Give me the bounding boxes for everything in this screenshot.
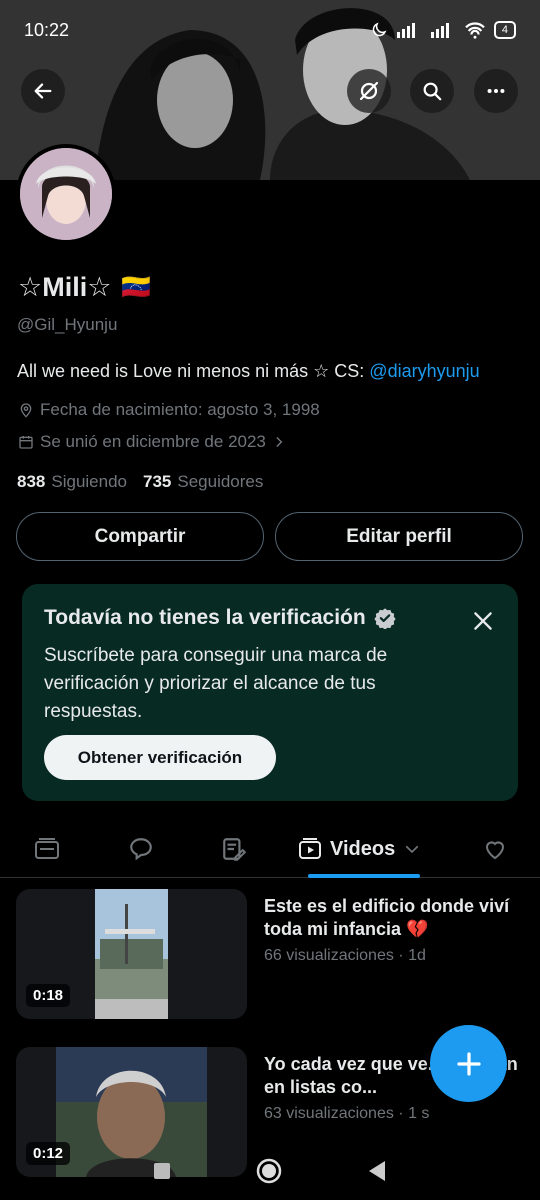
joined-date: Se unió en diciembre de 2023 [40,432,266,451]
wifi-icon [465,22,485,39]
bio-mention-link[interactable]: @diaryhyunju [369,361,479,381]
article-icon [223,838,247,861]
get-verified-button[interactable]: Obtener verificación [44,735,276,780]
birth-date-row: Fecha de nacimiento: agosto 3, 1998 [18,400,320,420]
avatar-image [20,148,112,240]
birth-date: Fecha de nacimiento: agosto 3, 1998 [40,400,320,419]
more-icon [487,88,505,94]
close-icon[interactable] [470,608,496,634]
tab-replies[interactable] [124,832,158,866]
search-button[interactable] [410,69,454,113]
share-button[interactable]: Compartir [16,512,264,561]
back-nav-icon[interactable] [366,1159,388,1183]
signal-icon-2 [430,23,449,38]
following-count[interactable]: 838 [17,472,45,492]
moon-icon [372,22,387,37]
video-icon [299,838,321,859]
arrow-left-icon [34,83,52,99]
recent-apps-icon[interactable] [152,1161,172,1181]
followers-count[interactable]: 735 [143,472,171,492]
home-icon[interactable] [255,1157,283,1185]
verification-title: Todavía no tienes la verificación [44,606,366,629]
bio: All we need is Love ni menos ni más ☆ CS… [17,361,480,382]
video-meta: 63 visualizaciones · 1 s [264,1105,430,1122]
tab-articles[interactable] [217,832,251,866]
video-duration: 0:18 [26,984,71,1007]
battery-indicator: 4 [493,21,516,39]
video-title[interactable]: Este es el edificio donde viví toda mi i… [264,895,526,941]
verification-card: Todavía no tienes la verificación Suscrí… [22,584,518,801]
signal-icon [396,23,415,38]
video-thumbnail-image [95,889,168,1019]
display-name: ☆Mili☆ [18,272,112,302]
flag-emoji: 🇻🇪 [121,274,152,301]
handle: @Gil_Hyunju [17,315,118,334]
avatar[interactable] [16,144,116,244]
tab-likes[interactable] [480,832,510,866]
video-thumbnail[interactable]: 0:18 [16,889,247,1019]
verification-title-row: Todavía no tienes la verificación [44,606,496,630]
status-icons: 4 [370,21,516,39]
location-pin-icon [20,403,32,418]
active-tab-indicator [308,874,420,878]
grok-button[interactable] [347,69,391,113]
system-navbar [0,1142,540,1200]
bio-text: All we need is Love ni menos ni más ☆ CS… [17,361,370,381]
name-row: ☆Mili☆ 🇻🇪 [18,272,151,303]
tab-posts[interactable] [30,832,64,866]
chevron-right-icon [276,437,283,447]
edit-profile-button[interactable]: Editar perfil [275,512,523,561]
verification-text: Suscríbete para conseguir una marca de v… [44,645,388,722]
more-options-button[interactable] [474,69,518,113]
reply-bubble-icon [130,838,152,861]
search-icon [423,82,442,101]
status-bar: 10:22 4 [0,0,540,60]
calendar-icon [19,436,33,449]
following-label[interactable]: Siguiendo [51,472,127,492]
tab-videos-label: Videos [330,837,396,860]
plus-icon [456,1051,481,1076]
video-item[interactable]: 0:18 Este es el edificio donde viví toda… [16,889,526,1019]
profile-tabs: Videos [0,820,540,878]
video-meta: 66 visualizaciones · 1d [264,947,426,964]
follow-stats: 838 Siguiendo 735 Seguidores [17,472,273,492]
tab-videos[interactable]: Videos [298,832,421,866]
followers-label[interactable]: Seguidores [177,472,263,492]
chevron-down-icon [406,845,419,854]
posts-icon [35,838,59,859]
grok-icon [359,81,379,101]
back-button[interactable] [21,69,65,113]
heart-icon [485,841,505,860]
compose-button[interactable] [430,1025,507,1102]
verified-badge-icon [374,608,396,629]
status-time: 10:22 [24,19,70,40]
joined-row[interactable]: Se unió en diciembre de 2023 [18,432,286,452]
